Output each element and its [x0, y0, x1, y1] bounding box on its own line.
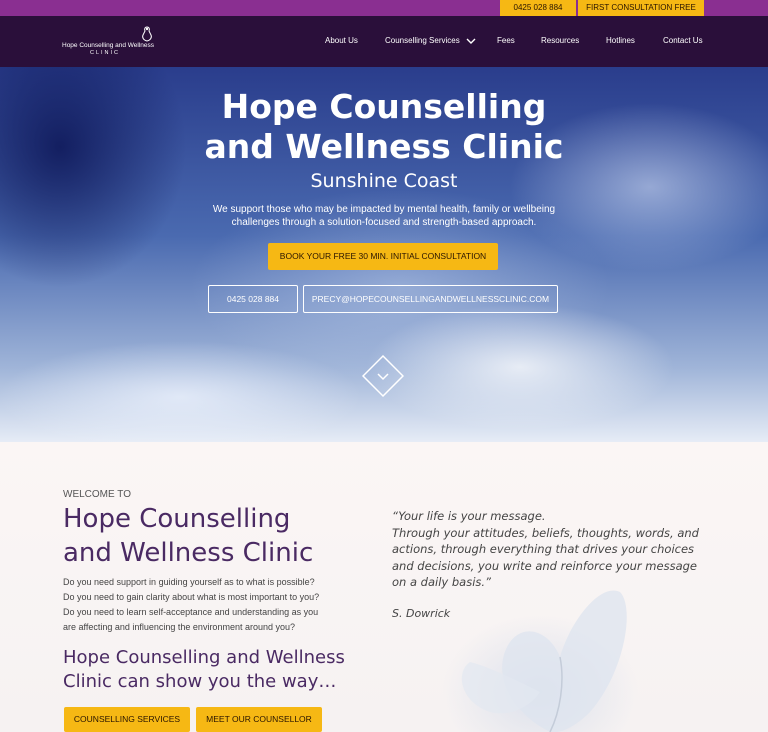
logo-text: Hope Counselling and Wellness — [62, 42, 155, 49]
hero-email-button[interactable]: PRECY@HOPECOUNSELLINGANDWELLNESSCLINIC.C… — [303, 285, 558, 313]
welcome-title-line-1: Hope Counselling — [63, 504, 291, 534]
chevron-down-icon[interactable] — [466, 36, 476, 46]
welcome-body-line: are affecting and influencing the enviro… — [63, 622, 295, 632]
welcome-title-line-2: and Wellness Clinic — [63, 538, 314, 568]
hero-description-line-2: challenges through a solution-focused an… — [231, 217, 537, 228]
nav-contact-us[interactable]: Contact Us — [663, 36, 703, 45]
nav-about-us[interactable]: About Us — [325, 36, 358, 45]
top-utility-bar: 0425 028 884 FIRST CONSULTATION FREE — [0, 0, 768, 16]
welcome-tagline-line-1: Hope Counselling and Wellness — [63, 647, 345, 668]
welcome-body-line: Do you need to learn self-acceptance and… — [63, 607, 319, 617]
meet-counsellor-button[interactable]: MEET OUR COUNSELLOR — [196, 707, 322, 732]
hero-phone-button[interactable]: 0425 028 884 — [208, 285, 298, 313]
hero-title-line-2: and Wellness Clinic — [204, 127, 564, 166]
welcome-body: Do you need support in guiding yourself … — [63, 575, 363, 635]
hero-title-line-1: Hope Counselling — [221, 87, 547, 126]
quote-line: actions, through everything that drives … — [392, 542, 695, 556]
hero-description-line-1: We support those who may be impacted by … — [212, 204, 556, 215]
site-logo[interactable]: Hope Counselling and Wellness CLINIC — [62, 26, 162, 58]
main-navigation: Hope Counselling and Wellness CLINIC Abo… — [0, 16, 768, 67]
nav-counselling-services[interactable]: Counselling Services — [385, 36, 460, 45]
quote-line: Through your attitudes, beliefs, thought… — [392, 525, 699, 540]
counselling-services-button[interactable]: COUNSELLING SERVICES — [64, 707, 190, 732]
hero-title: Hope Counselling and Wellness Clinic — [0, 87, 768, 167]
welcome-tagline-line-2: Clinic can show you the way… — [63, 671, 337, 692]
welcome-section: WELCOME TO Hope Counselling and Wellness… — [0, 442, 768, 732]
quote-line: on a daily basis.” — [392, 575, 492, 589]
quote-block: “Your life is your message. Through your… — [392, 508, 712, 591]
book-consultation-button[interactable]: BOOK YOUR FREE 30 MIN. INITIAL CONSULTAT… — [268, 243, 498, 270]
welcome-tagline: Hope Counselling and Wellness Clinic can… — [63, 646, 363, 694]
nav-fees[interactable]: Fees — [497, 36, 515, 45]
quote-line: “Your life is your message. — [392, 509, 546, 523]
logo-subtext: CLINIC — [90, 50, 121, 56]
quote-author: S. Dowrick — [392, 607, 451, 620]
hero-section: Hope Counselling and Wellness Clinic Sun… — [0, 67, 768, 442]
quote-line: and decisions, you write and reinforce y… — [392, 558, 697, 573]
welcome-body-line: Do you need to gain clarity about what i… — [63, 592, 320, 602]
scroll-down-icon[interactable] — [362, 355, 404, 397]
hero-subtitle: Sunshine Coast — [310, 170, 458, 192]
hero-description: We support those who may be impacted by … — [194, 203, 574, 229]
topbar-consultation-button[interactable]: FIRST CONSULTATION FREE — [578, 0, 704, 16]
welcome-body-line: Do you need support in guiding yourself … — [63, 577, 315, 587]
topbar-phone-button[interactable]: 0425 028 884 — [500, 0, 576, 16]
logo-figure-icon — [142, 26, 152, 42]
nav-hotlines[interactable]: Hotlines — [606, 36, 635, 45]
welcome-title: Hope Counselling and Wellness Clinic — [63, 502, 363, 570]
welcome-kicker: WELCOME TO — [63, 489, 131, 500]
nav-resources[interactable]: Resources — [541, 36, 579, 45]
